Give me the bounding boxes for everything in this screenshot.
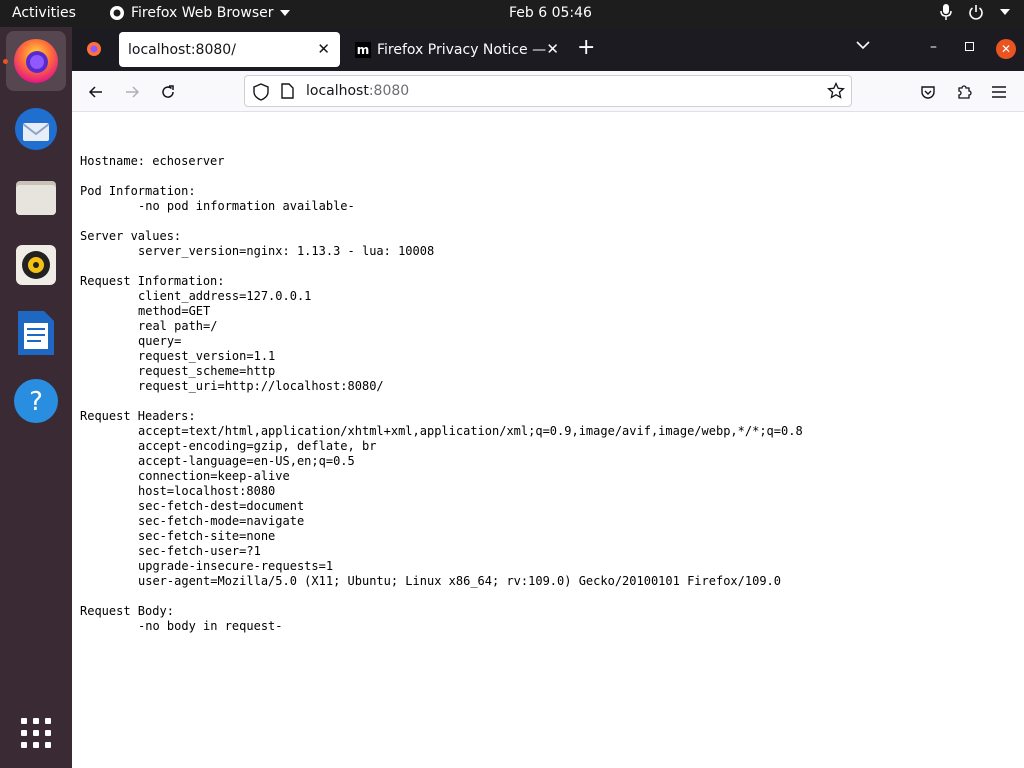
request-line: request_uri=http://localhost:8080/ <box>138 379 384 393</box>
page-icon[interactable] <box>281 83 294 99</box>
running-indicator <box>3 59 8 64</box>
url-text[interactable]: localhost:8080 <box>306 83 409 99</box>
clock[interactable]: Feb 6 05:46 <box>509 5 592 21</box>
pocket-icon <box>921 86 935 99</box>
close-icon[interactable]: ✕ <box>317 40 330 58</box>
microphone-icon <box>940 4 952 20</box>
header-line: accept-encoding=gzip, deflate, br <box>138 439 377 453</box>
app-menu-label: Firefox Web Browser <box>131 5 274 21</box>
firefox-icon <box>14 39 58 83</box>
firefox-view-icon <box>87 42 101 56</box>
gnome-top-bar: Activities Firefox Web Browser Feb 6 05:… <box>0 0 1024 27</box>
show-applications-button[interactable] <box>6 703 66 763</box>
arrow-right-icon <box>126 86 140 98</box>
svg-text:?: ? <box>29 387 43 417</box>
firefox-app-icon <box>110 6 124 20</box>
power-icon <box>969 5 983 20</box>
body-line: -no body in request- <box>138 619 283 633</box>
rhythmbox-icon <box>16 245 56 285</box>
dock-libreoffice-writer[interactable] <box>6 303 66 363</box>
request-line: client_address=127.0.0.1 <box>138 289 312 303</box>
app-menu[interactable]: Firefox Web Browser <box>109 5 290 21</box>
header-line: sec-fetch-user=?1 <box>138 544 261 558</box>
header-line: user-agent=Mozilla/5.0 (X11; Ubuntu; Lin… <box>138 574 781 588</box>
back-button[interactable] <box>84 80 108 104</box>
mozilla-favicon-icon: m <box>355 41 371 58</box>
header-line: connection=keep-alive <box>138 469 290 483</box>
hostname-line: Hostname: echoserver <box>80 154 225 168</box>
star-icon[interactable] <box>827 82 845 100</box>
minimize-button[interactable]: – <box>930 39 937 55</box>
tab-localhost[interactable]: localhost:8080/ ✕ <box>119 32 340 67</box>
request-heading: Request Information: <box>80 274 225 288</box>
new-tab-button[interactable]: + <box>577 37 595 59</box>
request-line: request_version=1.1 <box>138 349 276 363</box>
hamburger-menu-icon <box>992 86 1006 98</box>
shield-icon[interactable] <box>253 83 269 101</box>
tab-privacy-notice[interactable]: m Firefox Privacy Notice — ✕ <box>347 32 569 67</box>
pod-heading: Pod Information: <box>80 184 196 198</box>
server-line: server_version=nginx: 1.13.3 - lua: 1000… <box>138 244 435 258</box>
tab-bar: localhost:8080/ ✕ m Firefox Privacy Noti… <box>72 27 1024 71</box>
dock-files[interactable] <box>6 167 66 227</box>
libreoffice-writer-icon <box>18 311 54 355</box>
close-icon[interactable]: ✕ <box>546 40 559 58</box>
header-line: sec-fetch-mode=navigate <box>138 514 305 528</box>
help-icon: ? <box>14 379 58 423</box>
firefox-window: localhost:8080/ ✕ m Firefox Privacy Noti… <box>72 27 1024 768</box>
header-line: upgrade-insecure-requests=1 <box>138 559 334 573</box>
puzzle-icon <box>958 85 972 99</box>
page-content: Hostname: echoserver Pod Information: -no … <box>72 112 1024 768</box>
headers-heading: Request Headers: <box>80 409 196 423</box>
reload-button[interactable] <box>156 80 180 104</box>
firefox-view-button[interactable] <box>80 35 108 63</box>
url-port: :8080 <box>368 83 410 99</box>
pod-line: -no pod information available- <box>138 199 355 213</box>
arrow-left-icon <box>88 86 102 98</box>
tab-label: Firefox Privacy Notice — <box>377 41 547 58</box>
url-bar[interactable]: localhost:8080 <box>244 75 852 107</box>
thunderbird-icon <box>15 108 57 150</box>
system-tray[interactable] <box>940 4 1010 20</box>
header-line: sec-fetch-dest=document <box>138 499 305 513</box>
tab-label: localhost:8080/ <box>128 41 236 58</box>
reload-icon <box>162 85 174 98</box>
echoserver-output: Hostname: echoserver Pod Information: -no … <box>80 154 803 634</box>
activities-button[interactable]: Activities <box>12 5 76 21</box>
request-line: query= <box>138 334 182 348</box>
forward-button[interactable] <box>120 80 144 104</box>
body-heading: Request Body: <box>80 604 174 618</box>
header-line: sec-fetch-site=none <box>138 529 276 543</box>
dock-rhythmbox[interactable] <box>6 235 66 295</box>
menu-button[interactable] <box>987 80 1011 104</box>
header-line: accept-language=en-US,en;q=0.5 <box>138 454 355 468</box>
app-grid-icon <box>21 718 51 748</box>
server-heading: Server values: <box>80 229 182 243</box>
header-line: accept=text/html,application/xhtml+xml,a… <box>138 424 803 438</box>
request-line: request_scheme=http <box>138 364 276 378</box>
dock-thunderbird[interactable] <box>6 99 66 159</box>
extensions-button[interactable] <box>952 80 976 104</box>
list-all-tabs-icon[interactable] <box>856 41 870 50</box>
navigation-toolbar: localhost:8080 <box>72 71 1024 112</box>
files-icon <box>16 181 56 215</box>
window-close-button[interactable]: ✕ <box>996 39 1016 59</box>
chevron-down-icon <box>1000 9 1010 15</box>
pocket-button[interactable] <box>916 80 940 104</box>
request-line: real path=/ <box>138 319 218 333</box>
maximize-button[interactable] <box>965 42 974 51</box>
request-line: method=GET <box>138 304 211 318</box>
dock-help[interactable]: ? <box>6 371 66 431</box>
chevron-down-icon <box>279 10 290 16</box>
url-host: localhost <box>306 83 369 99</box>
header-line: host=localhost:8080 <box>138 484 276 498</box>
dock-firefox[interactable] <box>3 31 66 91</box>
dock: ? <box>0 27 72 768</box>
